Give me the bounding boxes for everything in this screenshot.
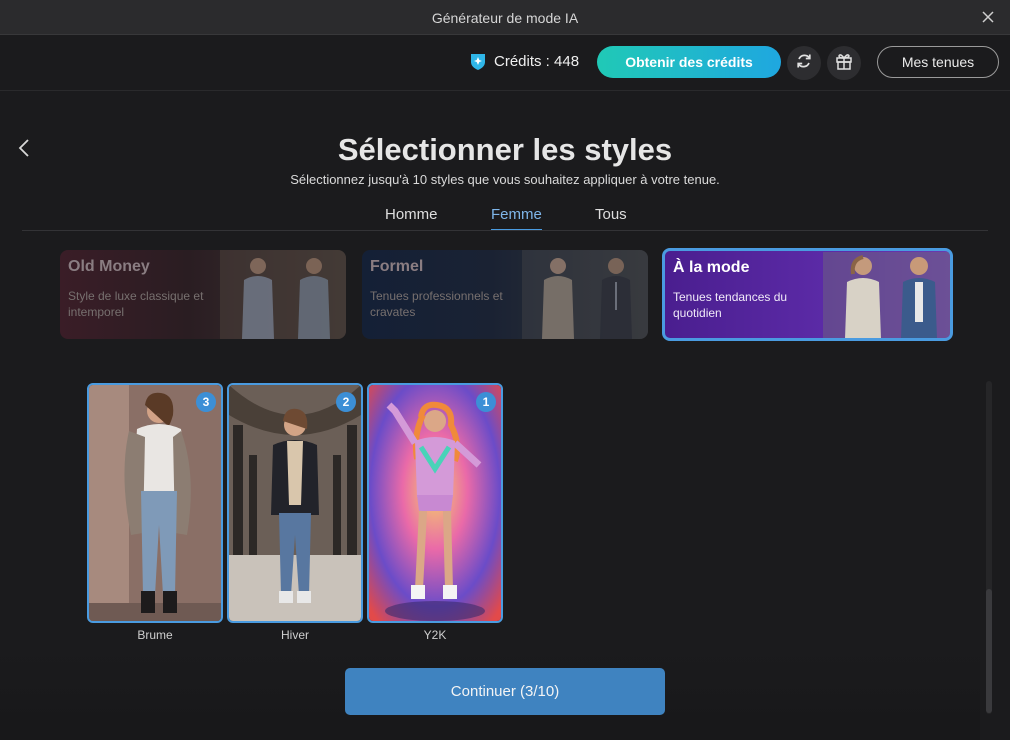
a-la-mode-models-image: [823, 252, 950, 338]
top-bar: Crédits : 448 Obtenir des crédits Mes te…: [0, 35, 1010, 91]
formel-models-image: [522, 250, 648, 339]
refresh-button[interactable]: [787, 46, 821, 80]
tab-femme[interactable]: Femme: [491, 206, 542, 231]
tab-homme[interactable]: Homme: [385, 206, 438, 229]
tabs-divider: [22, 230, 988, 231]
selection-order-badge: 2: [336, 392, 356, 412]
tab-tous[interactable]: Tous: [595, 206, 627, 229]
brume-style-image: [89, 385, 221, 621]
close-icon[interactable]: [980, 9, 996, 25]
category-formel[interactable]: Formel Tenues professionnels et cravates: [362, 250, 648, 339]
obtain-credits-button[interactable]: Obtenir des crédits: [597, 46, 781, 78]
style-label-brume: Brume: [137, 628, 173, 642]
styles-scrollbar[interactable]: [986, 381, 992, 714]
category-description: Tenues tendances du quotidien: [673, 290, 788, 320]
category-title: À la mode: [673, 259, 750, 276]
style-card-y2k[interactable]: 1: [367, 383, 503, 623]
scrollbar-thumb[interactable]: [986, 589, 992, 713]
page-subtitle: Sélectionnez jusqu'à 10 styles que vous …: [290, 172, 720, 187]
category-a-la-mode[interactable]: À la mode Tenues tendances du quotidien: [662, 248, 953, 341]
credits-label: Crédits : 448: [494, 52, 580, 70]
gem-icon: [468, 51, 488, 71]
title-bar: Générateur de mode IA: [0, 0, 1010, 35]
category-description: Style de luxe classique et intemporel: [68, 289, 204, 319]
style-card-brume[interactable]: 3: [87, 383, 223, 623]
refresh-icon: [794, 51, 814, 76]
my-outfits-button[interactable]: Mes tenues: [877, 46, 999, 78]
category-title: Old Money: [68, 258, 150, 275]
category-title: Formel: [370, 258, 424, 275]
style-card-hiver[interactable]: 2: [227, 383, 363, 623]
gender-tabs: Homme Femme Tous: [0, 206, 1010, 232]
gift-icon: [834, 51, 854, 76]
old-money-models-image: [220, 250, 346, 339]
page-title: Sélectionner les styles: [337, 132, 673, 167]
continue-button[interactable]: Continuer (3/10): [345, 668, 665, 715]
style-label-hiver: Hiver: [280, 628, 309, 642]
selection-order-badge: 1: [476, 392, 496, 412]
gift-button[interactable]: [827, 46, 861, 80]
window-title: Générateur de mode IA: [431, 10, 579, 26]
y2k-style-image: [369, 385, 501, 621]
credits-display: Crédits : 448: [468, 51, 579, 71]
style-label-y2k: Y2K: [423, 628, 447, 642]
hiver-style-image: [229, 385, 361, 621]
category-old-money[interactable]: Old Money Style de luxe classique et int…: [60, 250, 346, 339]
selection-order-badge: 3: [196, 392, 216, 412]
category-description: Tenues professionnels et cravates: [370, 289, 503, 319]
